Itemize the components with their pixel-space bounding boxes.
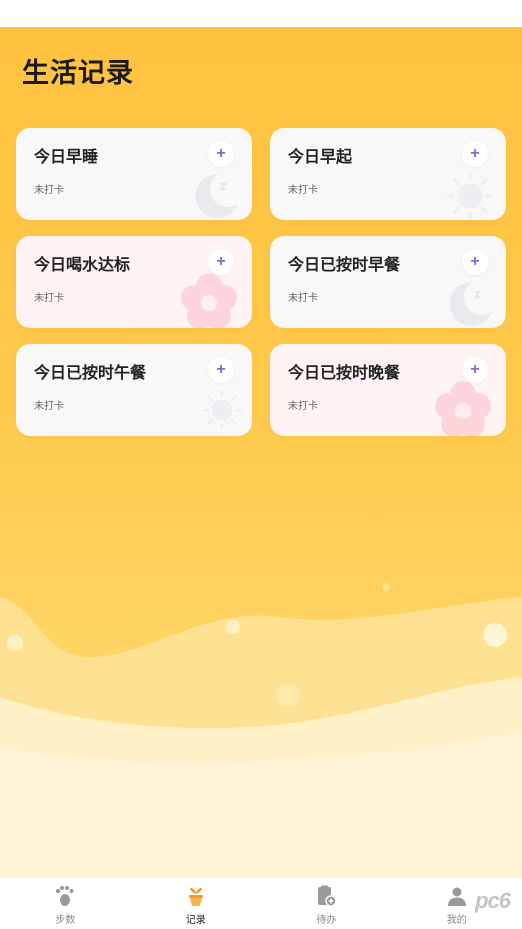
- status-bar: [0, 0, 522, 27]
- moon-icon: z: [195, 173, 238, 218]
- card-title: 今日已按时晚餐: [288, 365, 401, 382]
- tab-label: 待办: [316, 915, 337, 926]
- tab-records[interactable]: 记录: [131, 878, 262, 929]
- plus-icon: +: [216, 361, 226, 378]
- card-title: 今日早睡: [34, 149, 99, 166]
- tab-label: 记录: [185, 915, 206, 926]
- card-status: 未打卡: [34, 401, 64, 412]
- add-button[interactable]: +: [208, 357, 234, 383]
- plant-pot-icon: [188, 888, 203, 906]
- wave-decoration: [0, 567, 522, 877]
- card-status: 未打卡: [288, 293, 318, 304]
- card-breakfast[interactable]: 今日已按时早餐 未打卡 + z: [270, 236, 506, 328]
- card-status: 未打卡: [288, 401, 318, 412]
- svg-text:z: z: [474, 287, 481, 301]
- footprint-icon: [56, 886, 74, 906]
- card-lunch[interactable]: 今日已按时午餐 未打卡 +: [16, 344, 252, 436]
- card-title: 今日早起: [288, 149, 353, 166]
- tab-label: 我的: [446, 915, 467, 926]
- card-status: 未打卡: [34, 185, 64, 196]
- card-early-rise[interactable]: 今日早起 未打卡 +: [270, 128, 506, 220]
- main-content: 生活记录 今日早睡 未打卡 + z 今日早起 未打卡 + 今日喝水达标 未打卡 …: [0, 27, 522, 877]
- card-dinner[interactable]: 今日已按时晚餐 未打卡 +: [270, 344, 506, 436]
- page-title: 生活记录: [22, 58, 134, 88]
- card-title: 今日已按时早餐: [288, 257, 401, 274]
- tab-label: 步数: [55, 915, 76, 926]
- clipboard-add-icon: [318, 885, 337, 907]
- card-title: 今日喝水达标: [34, 257, 131, 274]
- card-early-sleep[interactable]: 今日早睡 未打卡 + z: [16, 128, 252, 220]
- profile-icon: [447, 887, 466, 906]
- sun-icon: [446, 172, 494, 220]
- bottom-tab-bar: 步数 记录 待办 我的: [0, 877, 522, 929]
- watermark: pc6: [475, 888, 511, 913]
- card-status: 未打卡: [34, 293, 64, 304]
- moon-icon: z: [449, 281, 492, 326]
- tab-steps[interactable]: 步数: [0, 878, 131, 929]
- card-title: 今日已按时午餐: [34, 365, 147, 382]
- card-water-goal[interactable]: 今日喝水达标 未打卡 +: [16, 236, 252, 328]
- flower-icon: [435, 381, 491, 436]
- svg-text:z: z: [220, 179, 227, 193]
- flower-icon: [181, 273, 237, 328]
- tab-todo[interactable]: 待办: [261, 878, 392, 929]
- card-status: 未打卡: [288, 185, 318, 196]
- sun-icon: [202, 390, 242, 430]
